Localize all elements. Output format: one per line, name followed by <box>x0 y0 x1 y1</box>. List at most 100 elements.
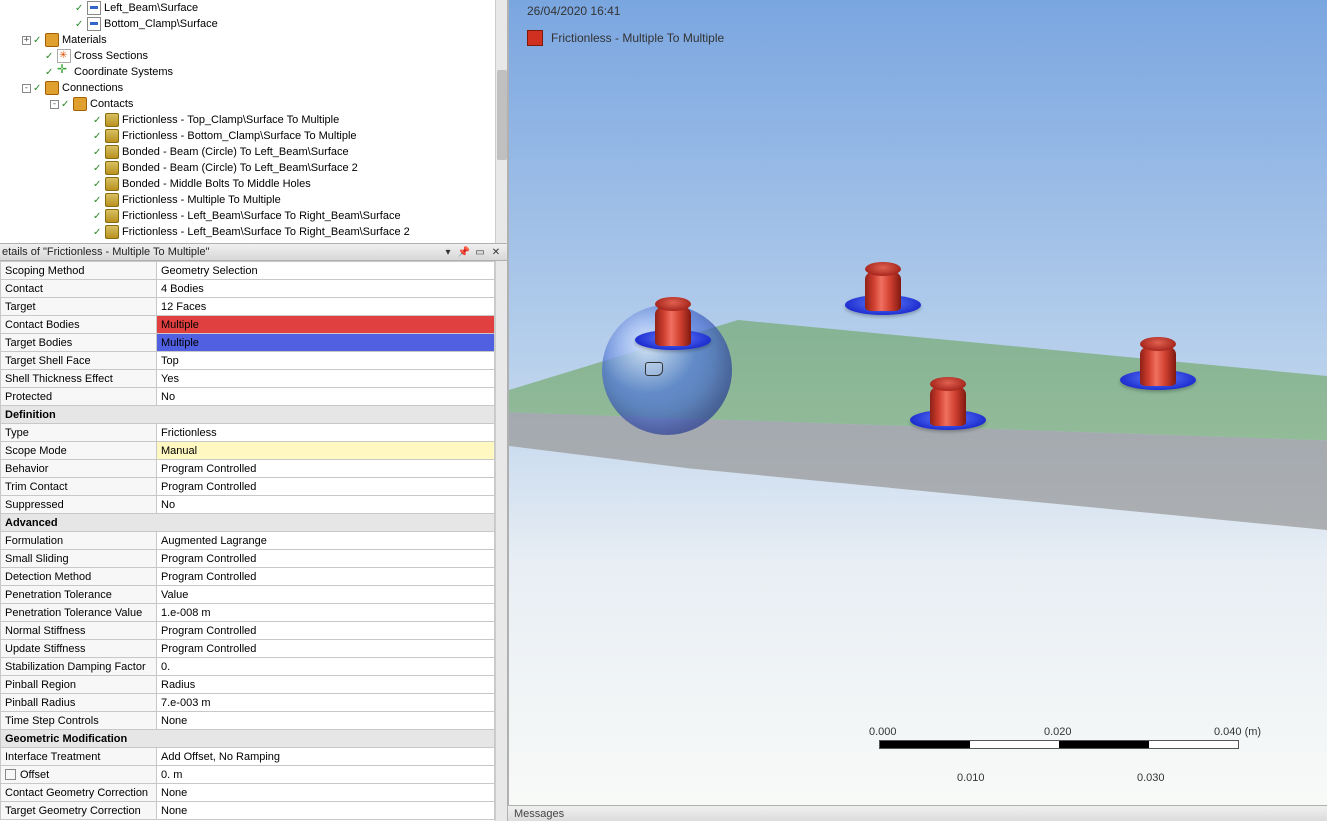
property-row[interactable]: Advanced <box>1 514 495 532</box>
property-value[interactable]: Add Offset, No Ramping <box>157 748 495 766</box>
tree-item[interactable]: Cross Sections <box>2 48 505 64</box>
bolt-body[interactable] <box>1134 340 1182 400</box>
property-value[interactable]: 0. m <box>157 766 495 784</box>
property-value[interactable]: No <box>157 496 495 514</box>
expander-icon[interactable]: - <box>50 100 59 109</box>
tree-item[interactable]: Frictionless - Bottom_Clamp\Surface To M… <box>2 128 505 144</box>
property-row[interactable]: Offset0. m <box>1 766 495 784</box>
tree-item[interactable]: Left_Beam\Surface <box>2 0 505 16</box>
property-row[interactable]: Scoping MethodGeometry Selection <box>1 262 495 280</box>
bolt-body[interactable] <box>649 300 697 360</box>
property-value[interactable]: 1.e-008 m <box>157 604 495 622</box>
tree-item[interactable]: Bonded - Beam (Circle) To Left_Beam\Surf… <box>2 160 505 176</box>
node-icon <box>105 129 119 143</box>
property-value[interactable]: None <box>157 802 495 820</box>
property-value[interactable]: Geometry Selection <box>157 262 495 280</box>
property-row[interactable]: Update StiffnessProgram Controlled <box>1 640 495 658</box>
property-value[interactable]: Value <box>157 586 495 604</box>
property-value[interactable]: None <box>157 784 495 802</box>
tree-item[interactable]: - Contacts <box>2 96 505 112</box>
property-row[interactable]: Target Shell FaceTop <box>1 352 495 370</box>
rotate-cursor-icon <box>645 362 663 376</box>
window-icon[interactable]: ▭ <box>473 245 487 259</box>
property-row[interactable]: Trim ContactProgram Controlled <box>1 478 495 496</box>
property-row[interactable]: Pinball Radius7.e-003 m <box>1 694 495 712</box>
property-row[interactable]: Target BodiesMultiple <box>1 334 495 352</box>
property-row[interactable]: Detection MethodProgram Controlled <box>1 568 495 586</box>
property-row[interactable]: Target12 Faces <box>1 298 495 316</box>
close-icon[interactable]: ✕ <box>489 245 503 259</box>
property-row[interactable]: Time Step ControlsNone <box>1 712 495 730</box>
expander-icon[interactable]: - <box>22 84 31 93</box>
property-grid[interactable]: Scoping MethodGeometry SelectionContact4… <box>0 261 507 821</box>
property-value[interactable]: No <box>157 388 495 406</box>
property-row[interactable]: Definition <box>1 406 495 424</box>
property-row[interactable]: Scope ModeManual <box>1 442 495 460</box>
property-value[interactable]: Multiple <box>157 316 495 334</box>
property-value[interactable]: 7.e-003 m <box>157 694 495 712</box>
property-row[interactable]: TypeFrictionless <box>1 424 495 442</box>
status-check-icon <box>46 67 56 77</box>
property-value[interactable]: Frictionless <box>157 424 495 442</box>
graphics-viewport[interactable]: 26/04/2020 16:41 Frictionless - Multiple… <box>508 0 1327 805</box>
tree-item[interactable]: Frictionless - Left_Beam\Surface To Righ… <box>2 208 505 224</box>
tree-label: Contacts <box>90 97 133 112</box>
property-row[interactable]: ProtectedNo <box>1 388 495 406</box>
property-value[interactable]: 0. <box>157 658 495 676</box>
checkbox-icon[interactable] <box>5 769 16 780</box>
property-value[interactable]: Program Controlled <box>157 640 495 658</box>
property-row[interactable]: Contact BodiesMultiple <box>1 316 495 334</box>
property-value[interactable]: Augmented Lagrange <box>157 532 495 550</box>
property-value[interactable]: Program Controlled <box>157 568 495 586</box>
tree-item[interactable]: Coordinate Systems <box>2 64 505 80</box>
tree-item[interactable]: Bonded - Beam (Circle) To Left_Beam\Surf… <box>2 144 505 160</box>
messages-bar[interactable]: Messages <box>508 805 1327 821</box>
property-row[interactable]: Contact4 Bodies <box>1 280 495 298</box>
expander-icon[interactable]: + <box>22 36 31 45</box>
property-value[interactable]: None <box>157 712 495 730</box>
outline-tree[interactable]: Left_Beam\SurfaceBottom_Clamp\Surface+Ma… <box>0 0 507 243</box>
tree-scrollbar[interactable] <box>495 0 507 243</box>
property-row[interactable]: Normal StiffnessProgram Controlled <box>1 622 495 640</box>
property-key: Contact Geometry Correction <box>1 784 157 802</box>
tree-item[interactable]: Frictionless - Top_Clamp\Surface To Mult… <box>2 112 505 128</box>
property-row[interactable]: Pinball RegionRadius <box>1 676 495 694</box>
property-value[interactable]: 4 Bodies <box>157 280 495 298</box>
property-row[interactable]: Small SlidingProgram Controlled <box>1 550 495 568</box>
property-key: Detection Method <box>1 568 157 586</box>
property-value[interactable]: Multiple <box>157 334 495 352</box>
property-value[interactable]: Top <box>157 352 495 370</box>
property-row[interactable]: Contact Geometry CorrectionNone <box>1 784 495 802</box>
property-value[interactable]: Program Controlled <box>157 622 495 640</box>
property-row[interactable]: Penetration Tolerance Value1.e-008 m <box>1 604 495 622</box>
property-row[interactable]: Geometric Modification <box>1 730 495 748</box>
property-row[interactable]: SuppressedNo <box>1 496 495 514</box>
property-value[interactable]: Manual <box>157 442 495 460</box>
property-row[interactable]: FormulationAugmented Lagrange <box>1 532 495 550</box>
property-value[interactable]: Program Controlled <box>157 550 495 568</box>
tree-item[interactable]: Bonded - Middle Bolts To Middle Holes <box>2 176 505 192</box>
tree-item[interactable]: -Connections <box>2 80 505 96</box>
tree-item[interactable]: Bottom_Clamp\Surface <box>2 16 505 32</box>
property-row[interactable]: Interface TreatmentAdd Offset, No Rampin… <box>1 748 495 766</box>
tree-item[interactable]: Frictionless - Left_Beam\Surface To Righ… <box>2 224 505 240</box>
property-value[interactable]: Yes <box>157 370 495 388</box>
dropdown-icon[interactable]: ▾ <box>441 245 455 259</box>
property-value[interactable]: 12 Faces <box>157 298 495 316</box>
tree-item[interactable]: +Materials <box>2 32 505 48</box>
property-row[interactable]: Target Geometry CorrectionNone <box>1 802 495 820</box>
mat-icon <box>73 97 87 111</box>
bolt-body[interactable] <box>924 380 972 440</box>
property-row[interactable]: Penetration ToleranceValue <box>1 586 495 604</box>
pin-icon[interactable]: 📌 <box>457 245 471 259</box>
property-value[interactable]: Program Controlled <box>157 460 495 478</box>
property-key: Target Bodies <box>1 334 157 352</box>
bolt-body[interactable] <box>859 265 907 325</box>
property-value[interactable]: Program Controlled <box>157 478 495 496</box>
property-row[interactable]: BehaviorProgram Controlled <box>1 460 495 478</box>
tree-item[interactable]: Frictionless - Multiple To Multiple <box>2 192 505 208</box>
property-row[interactable]: Stabilization Damping Factor0. <box>1 658 495 676</box>
property-row[interactable]: Shell Thickness EffectYes <box>1 370 495 388</box>
property-value[interactable]: Radius <box>157 676 495 694</box>
properties-scrollbar[interactable] <box>495 261 507 821</box>
